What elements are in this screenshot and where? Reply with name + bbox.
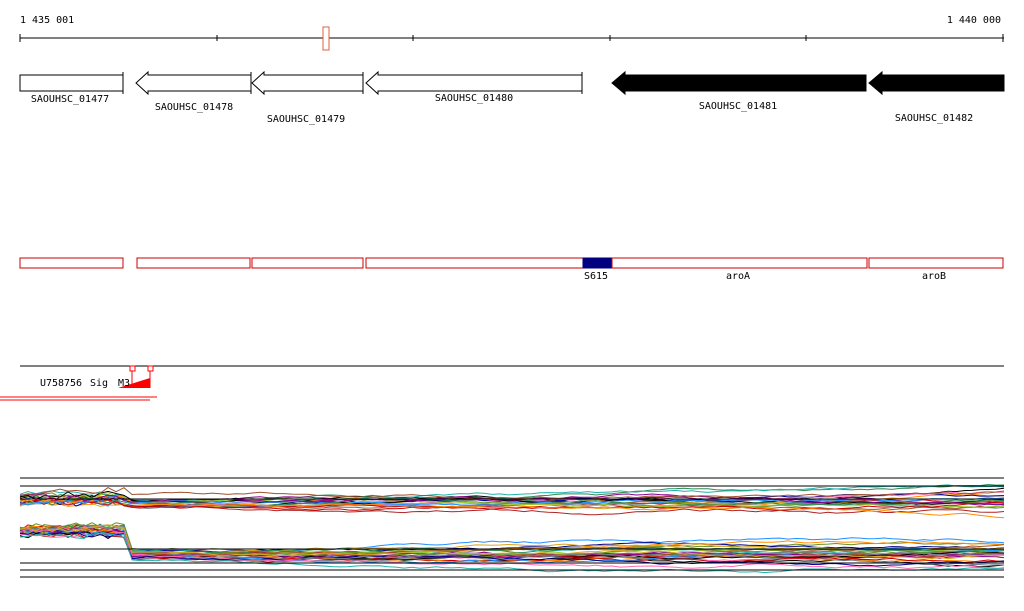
- gene-label: SAOUHSC_01480: [435, 93, 513, 104]
- gene-SAOUHSC_01481[interactable]: SAOUHSC_01481: [611, 70, 868, 112]
- read-label-2: 87: [58, 378, 70, 389]
- gene-label: SAOUHSC_01477: [31, 94, 109, 105]
- feature-label-s615: S615: [584, 271, 608, 282]
- feature-box[interactable]: [365, 257, 584, 269]
- gene-arrow[interactable]: [611, 70, 868, 96]
- ruler-start-label: 1 435 001: [20, 15, 74, 26]
- feature-box[interactable]: [136, 257, 251, 269]
- read-label-3: 56: [70, 378, 82, 389]
- gene-box[interactable]: [19, 74, 124, 92]
- read-marker[interactable]: [147, 365, 154, 372]
- feature-track: S615 aroA aroB: [19, 257, 1004, 282]
- gene-SAOUHSC_01482[interactable]: SAOUHSC_01482: [866, 70, 1005, 124]
- genome-browser-view: 1 435 001 1 440 000 SAOUHSC_01477 SAOUHS…: [0, 15, 1005, 578]
- gene-label: SAOUHSC_01479: [267, 114, 345, 125]
- gene-arrow[interactable]: [365, 70, 583, 96]
- gene-SAOUHSC_01477[interactable]: SAOUHSC_01477: [19, 72, 124, 105]
- expression-track: [19, 477, 1005, 578]
- ruler-end-label: 1 440 000: [947, 15, 1001, 26]
- reads-track: U75 87 56 Sig M3: [0, 365, 1004, 401]
- expression-lines: [19, 483, 1005, 574]
- gene-label: SAOUHSC_01482: [895, 113, 973, 124]
- feature-label-aroB: aroB: [922, 271, 946, 282]
- feature-box[interactable]: [251, 257, 364, 269]
- gene-arrow[interactable]: [251, 70, 364, 96]
- coordinate-ruler: 1 435 001 1 440 000: [19, 15, 1004, 51]
- read-label-1: U75: [40, 378, 58, 389]
- gene-label: SAOUHSC_01478: [155, 102, 233, 113]
- read-label-5: M3: [118, 378, 130, 389]
- feature-box-aroB[interactable]: [868, 257, 1004, 269]
- feature-label-aroA: aroA: [726, 271, 750, 282]
- feature-box-aroA[interactable]: [611, 257, 868, 269]
- gene-arrow[interactable]: [135, 70, 252, 96]
- gene-track: SAOUHSC_01477 SAOUHSC_01478 SAOUHSC_0147…: [19, 70, 1005, 125]
- gene-SAOUHSC_01479[interactable]: SAOUHSC_01479: [250, 70, 364, 125]
- feature-box[interactable]: [19, 257, 124, 269]
- feature-s615-highlight[interactable]: [582, 257, 613, 269]
- gene-label: SAOUHSC_01481: [699, 101, 777, 112]
- read-marker[interactable]: [129, 365, 136, 372]
- gene-SAOUHSC_01478[interactable]: SAOUHSC_01478: [135, 70, 252, 113]
- gene-SAOUHSC_01480[interactable]: SAOUHSC_01480: [365, 70, 583, 104]
- position-marker-handle[interactable]: [322, 26, 330, 51]
- gene-arrow[interactable]: [868, 70, 1005, 96]
- read-label-4: Sig: [90, 378, 108, 389]
